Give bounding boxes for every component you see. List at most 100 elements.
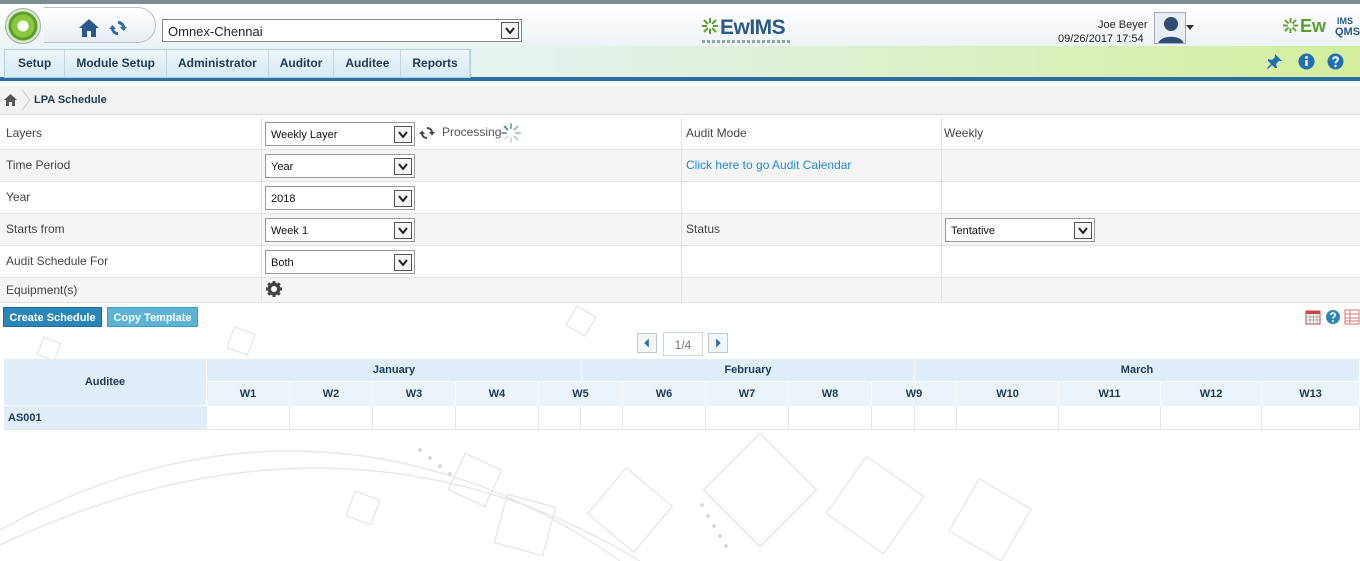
month-header-february: February [582, 359, 915, 382]
schedule-cell[interactable] [623, 406, 706, 430]
week-header: W12 [1161, 382, 1262, 406]
time-period-value: Year [271, 161, 294, 173]
nav-tab-module-setup[interactable]: Module Setup [65, 50, 168, 77]
chevron-right-icon [716, 338, 721, 348]
nav-tab-administrator[interactable]: Administrator [167, 50, 269, 77]
starts-from-label: Starts from [0, 214, 262, 245]
form-row-time-period: Time Period Year Click here to go Audit … [0, 150, 1360, 182]
site-select[interactable]: Omnex-Chennai [162, 19, 522, 42]
right-logo-ew: Ew [1300, 16, 1327, 36]
info-icon[interactable] [1298, 53, 1315, 70]
home-icon[interactable] [78, 18, 100, 38]
chevron-down-icon[interactable] [394, 190, 412, 207]
site-select-value: Omnex-Chennai [168, 24, 263, 39]
schedule-cell[interactable] [915, 406, 957, 430]
week-header: W13 [1262, 382, 1360, 406]
time-period-cell: Year [262, 150, 682, 181]
year-label: Year [0, 182, 262, 213]
empty-cell [682, 246, 942, 277]
schedule-cell[interactable] [539, 406, 581, 430]
pager-next-button[interactable] [708, 333, 728, 353]
calendar-icon[interactable] [1305, 309, 1321, 325]
form-row-schedule-for: Audit Schedule For Both [0, 246, 1360, 278]
breadcrumb: LPA Schedule [0, 86, 1360, 115]
time-period-label: Time Period [0, 150, 262, 181]
chevron-down-icon[interactable] [501, 22, 519, 39]
schedule-form: Layers Weekly Layer Processing Audit Mod… [0, 118, 1360, 303]
schedule-cell[interactable] [1161, 406, 1262, 430]
schedule-cell[interactable] [706, 406, 789, 430]
avatar[interactable] [1154, 12, 1186, 44]
flower-icon [1283, 18, 1298, 33]
home-icon[interactable] [4, 94, 17, 106]
week-header: W1 [207, 382, 290, 406]
breadcrumb-separator [21, 90, 31, 110]
pin-icon[interactable] [1266, 53, 1283, 70]
nav-tab-auditee[interactable]: Auditee [334, 50, 402, 77]
layers-select[interactable]: Weekly Layer [265, 122, 415, 146]
schedule-cell[interactable] [1059, 406, 1161, 430]
refresh-icon[interactable] [419, 125, 435, 141]
help-bubble-icon[interactable] [1325, 309, 1341, 325]
pager-label: 1/4 [663, 332, 703, 356]
loading-spinner-icon [501, 123, 521, 143]
grid-settings-icon[interactable] [1344, 309, 1360, 325]
layers-select-value: Weekly Layer [271, 129, 338, 141]
empty-cell [942, 246, 1360, 277]
status-select[interactable]: Tentative [945, 218, 1095, 242]
schedule-cell[interactable] [1262, 406, 1360, 430]
audit-calendar-link[interactable]: Click here to go Audit Calendar [686, 158, 851, 172]
empty-cell [682, 182, 942, 213]
schedule-cell[interactable] [207, 406, 290, 430]
month-header-march: March [915, 359, 1360, 382]
schedule-for-select[interactable]: Both [265, 250, 415, 274]
week-header: W10 [957, 382, 1059, 406]
schedule-cell[interactable] [581, 406, 623, 430]
pager-prev-button[interactable] [637, 333, 657, 353]
processing-label: Processing [442, 125, 502, 139]
caret-down-icon[interactable] [1186, 25, 1194, 30]
nav-tab-reports[interactable]: Reports [401, 50, 470, 77]
layers-label: Layers [0, 118, 262, 149]
schedule-cell[interactable] [957, 406, 1059, 430]
week-header: W6 [623, 382, 706, 406]
week-header: W5 [539, 382, 623, 406]
schedule-for-label: Audit Schedule For [0, 246, 262, 277]
schedule-cell[interactable] [456, 406, 539, 430]
form-row-year: Year 2018 [0, 182, 1360, 214]
week-header: W3 [373, 382, 456, 406]
quick-actions-pill [44, 7, 156, 43]
right-logo-qms: QMS [1335, 26, 1360, 38]
app-logo[interactable] [5, 8, 41, 44]
refresh-icon[interactable] [108, 18, 128, 38]
status-label: Status [682, 214, 942, 245]
empty-cell [942, 150, 1360, 181]
schedule-cell[interactable] [872, 406, 915, 430]
schedule-cell[interactable] [290, 406, 373, 430]
form-row-layers: Layers Weekly Layer Processing Audit Mod… [0, 118, 1360, 150]
calendar-link-cell: Click here to go Audit Calendar [682, 150, 942, 181]
chevron-down-icon[interactable] [394, 126, 412, 143]
schedule-cell[interactable] [373, 406, 456, 430]
nav-tab-setup[interactable]: Setup [5, 50, 66, 77]
auditee-row-label[interactable]: AS001 [4, 406, 207, 430]
create-schedule-button[interactable]: Create Schedule [3, 307, 102, 327]
empty-cell [942, 278, 1360, 302]
audit-mode-label: Audit Mode [682, 118, 942, 149]
help-icon[interactable] [1327, 53, 1344, 70]
schedule-cell[interactable] [789, 406, 872, 430]
chevron-down-icon[interactable] [1074, 222, 1092, 239]
right-logo-ims: IMS [1337, 16, 1354, 26]
nav-tab-auditor[interactable]: Auditor [269, 50, 335, 77]
main-nav: Setup Module Setup Administrator Auditor… [0, 46, 1360, 81]
year-select[interactable]: 2018 [265, 186, 415, 210]
chevron-down-icon[interactable] [394, 254, 412, 271]
starts-from-select[interactable]: Week 1 [265, 218, 415, 242]
copy-template-button[interactable]: Copy Template [107, 307, 198, 327]
form-row-starts-from: Starts from Week 1 Status Tentative [0, 214, 1360, 246]
week-header: W11 [1059, 382, 1161, 406]
time-period-select[interactable]: Year [265, 154, 415, 178]
chevron-down-icon[interactable] [394, 222, 412, 239]
chevron-down-icon[interactable] [394, 158, 412, 175]
gear-icon[interactable] [266, 281, 282, 297]
